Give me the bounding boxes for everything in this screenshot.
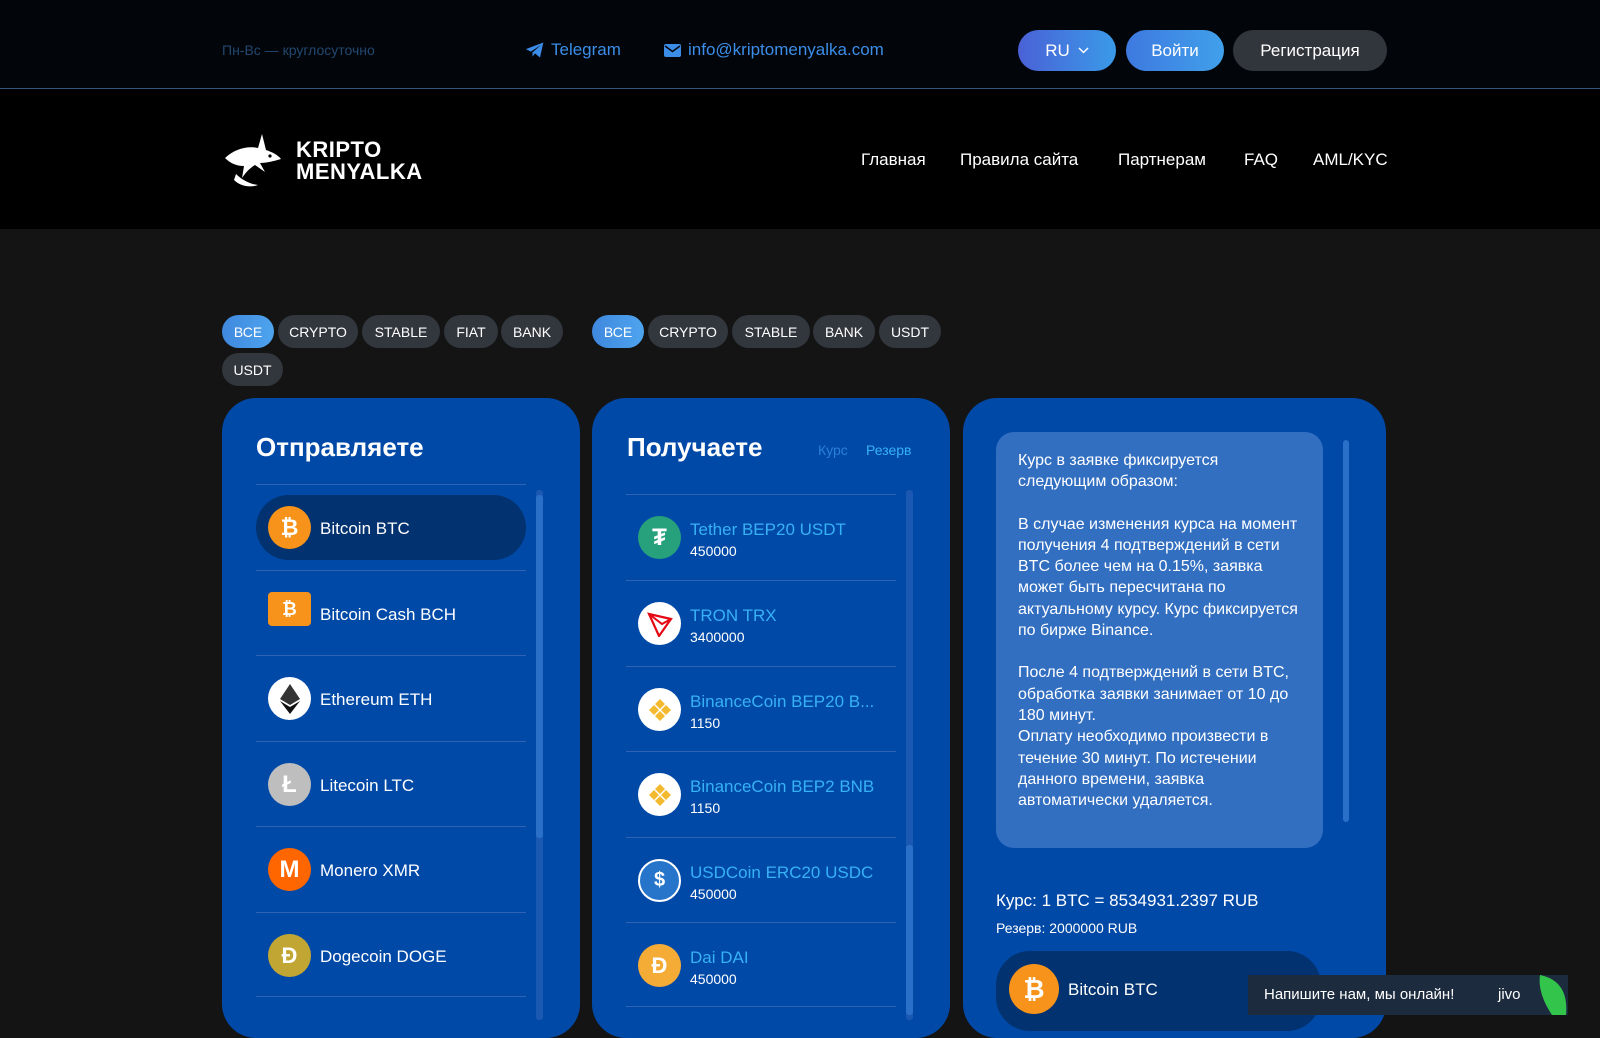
email-link[interactable]: info@kriptomenyalka.com: [664, 40, 884, 60]
chevron-down-icon: [1078, 47, 1089, 54]
info-scrollbar[interactable]: [1343, 440, 1349, 822]
coin-name: USDCoin ERC20 USDC: [690, 863, 874, 882]
info-paragraph: В случае изменения курса на момент получ…: [1018, 515, 1298, 640]
ethereum-icon: [268, 677, 311, 720]
tether-icon: ₮: [638, 516, 681, 559]
mail-icon: [664, 43, 681, 57]
jivo-logo: jivo: [1498, 986, 1521, 1003]
coin-name: BinanceCoin BEP20 B...: [690, 692, 875, 711]
receive-item-usdc[interactable]: $ USDCoin ERC20 USDC 450000: [626, 837, 896, 922]
reserve-label: Резерв:: [996, 920, 1046, 936]
receive-filter-crypto[interactable]: CRYPTO: [648, 315, 728, 348]
litecoin-icon: Ł: [268, 763, 311, 806]
exchange-rate: Курс: 1 BTC = 8534931.2397 RUB: [996, 891, 1259, 911]
dogecoin-icon: Ð: [268, 934, 311, 977]
bitcoin-cash-icon: ₿: [268, 592, 311, 626]
receive-scroll-thumb[interactable]: [906, 845, 913, 1015]
nav-partners[interactable]: Партнерам: [1118, 150, 1206, 170]
bitcoin-icon: ₿: [1009, 964, 1059, 1014]
monero-icon: M: [268, 848, 311, 891]
nav-aml-kyc[interactable]: AML/KYC: [1313, 150, 1388, 170]
send-filter-bank[interactable]: BANK: [501, 315, 563, 348]
rate-value: 1 BTC = 8534931.2397 RUB: [1041, 891, 1259, 910]
top-bar: Пн-Вс — круглосуточно Telegram info@krip…: [0, 0, 1600, 89]
bitcoin-icon: ₿: [268, 506, 311, 549]
coin-reserve: 1150: [690, 800, 721, 816]
tron-icon: [638, 602, 681, 645]
receive-item-dai[interactable]: Đ Dai DAI 450000: [626, 922, 896, 1007]
coin-reserve: 3400000: [690, 629, 745, 645]
send-title: Отправляете: [256, 432, 424, 462]
usdc-icon: $: [638, 859, 681, 902]
receive-item-bnb-bep2[interactable]: BinanceCoin BEP2 BNB 1150: [626, 751, 896, 836]
chat-widget[interactable]: Напишите нам, мы онлайн! jivo: [1248, 975, 1568, 1015]
binance-icon: [638, 688, 681, 731]
info-paragraph: Оплату необходимо произвести в течение 3…: [1018, 728, 1269, 810]
send-filter-all[interactable]: ВСЕ: [222, 315, 274, 348]
leaf-icon: [1539, 975, 1567, 1015]
logo-line-2: MENYALKA: [296, 159, 423, 184]
reserve-value: 2000000 RUB: [1049, 920, 1138, 936]
coin-name: BinanceCoin BEP2 BNB: [690, 777, 875, 796]
coin-name: Tether BEP20 USDT: [690, 520, 846, 539]
info-paragraph: Курс в заявке фиксируется следующим обра…: [1018, 452, 1219, 491]
binance-icon: [638, 773, 681, 816]
shark-logo-icon[interactable]: [222, 128, 282, 192]
login-button[interactable]: Войти: [1126, 30, 1224, 71]
send-item-xmr[interactable]: M Monero XMR: [256, 826, 526, 911]
logo-line-1: KRIPTO: [296, 137, 382, 162]
receive-filter-usdt[interactable]: USDT: [879, 315, 941, 348]
rate-label: Курс:: [996, 891, 1037, 910]
send-filter-usdt[interactable]: USDT: [222, 353, 283, 386]
working-hours: Пн-Вс — круглосуточно: [222, 42, 375, 58]
send-item-bch[interactable]: ₿ Bitcoin Cash BCH: [256, 570, 526, 655]
rate-tab[interactable]: Курс: [818, 442, 848, 458]
send-item-ltc[interactable]: Ł Litecoin LTC: [256, 741, 526, 826]
coin-name: Ethereum ETH: [320, 690, 433, 709]
register-button[interactable]: Регистрация: [1233, 30, 1387, 71]
send-filter-crypto[interactable]: CRYPTO: [278, 315, 358, 348]
telegram-icon: [525, 42, 544, 58]
selected-coin-name: Bitcoin BTC: [1068, 980, 1158, 999]
receive-title: Получаете: [627, 432, 763, 462]
reserve-amount: Резерв: 2000000 RUB: [996, 920, 1137, 936]
coin-name: Bitcoin Cash BCH: [320, 605, 457, 624]
rate-info-text: Курс в заявке фиксируется следующим обра…: [1018, 450, 1308, 811]
coin-name: Bitcoin BTC: [320, 519, 410, 538]
telegram-link[interactable]: Telegram: [525, 40, 621, 60]
nav-faq[interactable]: FAQ: [1244, 150, 1278, 170]
dai-icon: Đ: [638, 944, 681, 987]
receive-filter-stable[interactable]: STABLE: [732, 315, 810, 348]
receive-item-bnb-bep20[interactable]: BinanceCoin BEP20 B... 1150: [626, 666, 896, 751]
nav-home[interactable]: Главная: [861, 150, 926, 170]
receive-filter-all[interactable]: ВСЕ: [592, 315, 644, 348]
language-select[interactable]: RU: [1018, 30, 1116, 71]
receive-filter-bank[interactable]: BANK: [813, 315, 875, 348]
coin-name: Dai DAI: [690, 948, 749, 967]
send-scroll-thumb[interactable]: [536, 495, 543, 838]
info-paragraph: После 4 подтверждений в сети BTC, обрабо…: [1018, 664, 1289, 724]
logo-wordmark[interactable]: KRIPTO MENYALKA: [296, 139, 423, 183]
send-item-eth[interactable]: Ethereum ETH: [256, 655, 526, 740]
coin-reserve: 1150: [690, 715, 721, 731]
coin-name: Litecoin LTC: [320, 776, 415, 795]
coin-name: Monero XMR: [320, 861, 421, 880]
send-filter-fiat[interactable]: FIAT: [444, 315, 498, 348]
language-value: RU: [1045, 40, 1070, 60]
coin-name: Dogecoin DOGE: [320, 947, 447, 966]
chat-label: Напишите нам, мы онлайн!: [1264, 986, 1455, 1003]
coin-reserve: 450000: [690, 886, 737, 902]
reserve-tab[interactable]: Резерв: [866, 442, 911, 458]
nav-rules[interactable]: Правила сайта: [960, 150, 1078, 170]
telegram-label: Telegram: [551, 40, 621, 59]
coin-name: TRON TRX: [690, 606, 777, 625]
coin-reserve: 450000: [690, 971, 737, 987]
send-item-doge[interactable]: Ð Dogecoin DOGE: [256, 912, 526, 997]
receive-item-trx[interactable]: TRON TRX 3400000: [626, 580, 896, 665]
send-item-btc[interactable]: ₿ Bitcoin BTC: [256, 484, 526, 569]
coin-reserve: 450000: [690, 543, 737, 559]
send-filter-stable[interactable]: STABLE: [362, 315, 440, 348]
email-label: info@kriptomenyalka.com: [688, 40, 884, 59]
receive-item-usdt[interactable]: ₮ Tether BEP20 USDT 450000: [626, 494, 896, 579]
